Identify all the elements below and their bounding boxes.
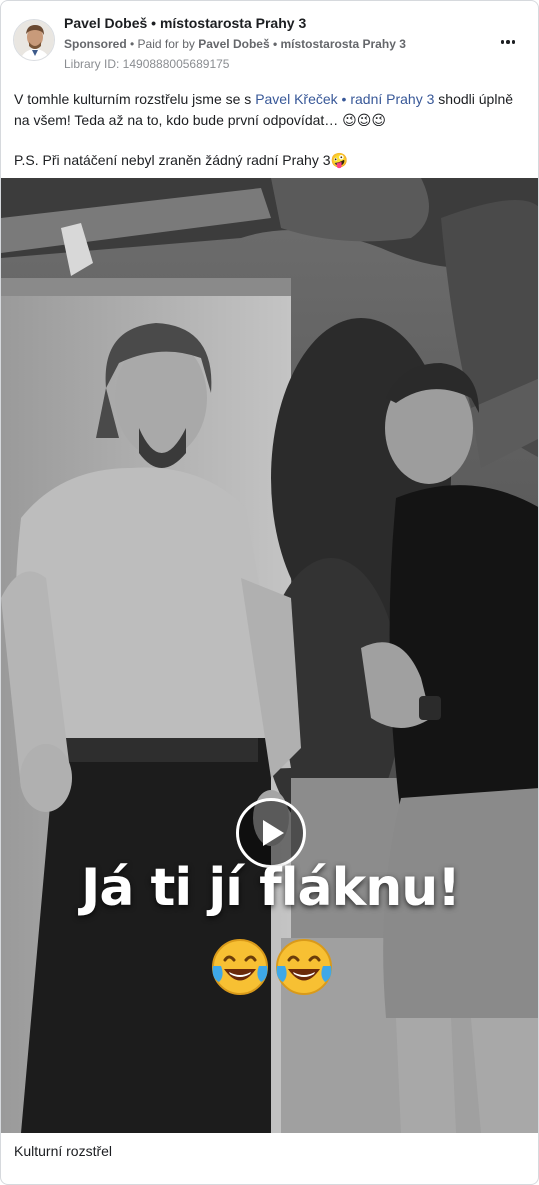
mention-link[interactable]: Pavel Křeček • radní Prahy 3 bbox=[255, 91, 434, 107]
avatar[interactable] bbox=[13, 19, 55, 61]
paid-for-by: Pavel Dobeš • místostarosta Prahy 3 bbox=[198, 37, 406, 51]
emoji-row bbox=[209, 936, 339, 1000]
ad-card: Pavel Dobeš • místostarosta Prahy 3 Spon… bbox=[0, 0, 539, 1185]
library-id: Library ID: 1490888005689175 bbox=[64, 57, 230, 71]
paid-for-prefix: • Paid for by bbox=[126, 37, 199, 51]
post-body-line2: P.S. Při natáčení nebyl zraněn žádný rad… bbox=[14, 152, 348, 168]
sponsored-label: Sponsored bbox=[64, 37, 127, 51]
video-title[interactable]: Kulturní rozstřel bbox=[14, 1141, 112, 1161]
more-options-icon[interactable] bbox=[496, 33, 520, 51]
video-caption: Já ti jí fláknu! bbox=[81, 858, 461, 918]
play-icon bbox=[263, 820, 284, 846]
crying-laughing-face-icon bbox=[212, 939, 268, 995]
page-name[interactable]: Pavel Dobeš • místostarosta Prahy 3 bbox=[64, 14, 486, 33]
header-text: Pavel Dobeš • místostarosta Prahy 3 Spon… bbox=[64, 13, 486, 72]
video-player[interactable]: Já ti jí fláknu! bbox=[1, 178, 538, 1133]
post-body: V tomhle kulturním rozstřelu jsme se s P… bbox=[14, 89, 526, 171]
post-body-line1: V tomhle kulturním rozstřelu jsme se s P… bbox=[14, 91, 514, 128]
post-header: Pavel Dobeš • místostarosta Prahy 3 Spon… bbox=[13, 13, 526, 73]
sponsored-line: Sponsored • Paid for by Pavel Dobeš • mí… bbox=[64, 36, 486, 52]
crying-laughing-face-icon bbox=[276, 939, 332, 995]
